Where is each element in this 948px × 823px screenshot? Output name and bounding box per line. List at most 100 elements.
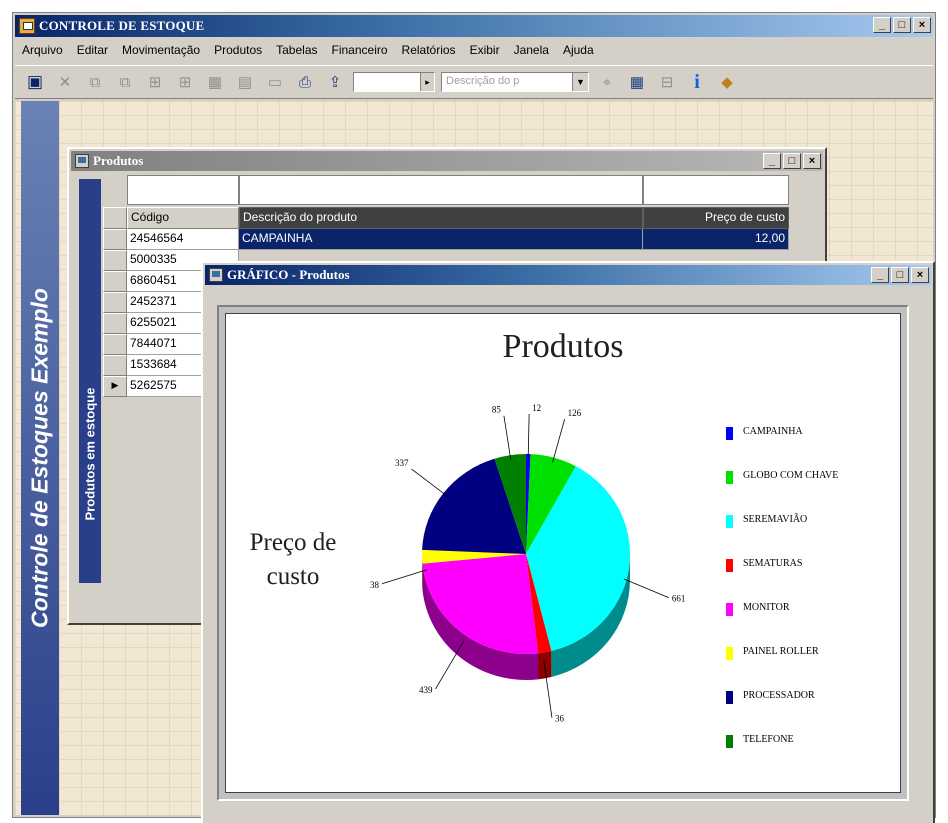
app-window-controls: _ □ ×: [873, 17, 931, 33]
filter-preco-input[interactable]: [643, 175, 789, 205]
search-field-select[interactable]: Descrição do p ▼: [441, 72, 589, 92]
chart-window-controls: _ □ ×: [871, 267, 929, 283]
maximize-button[interactable]: □: [783, 153, 801, 169]
pie-value-label: 12: [532, 404, 541, 413]
export-icon[interactable]: ⇪: [323, 70, 347, 94]
legend-swatch: [726, 427, 733, 440]
column-header-codigo[interactable]: Código: [127, 207, 239, 229]
find-icon[interactable]: ⌖: [595, 70, 619, 94]
chart-ylabel: Preço de custo: [249, 529, 337, 590]
calculator-icon[interactable]: ⊟: [655, 70, 679, 94]
legend-swatch: [726, 735, 733, 748]
pie-leader-line: [623, 578, 669, 599]
side-banner: Controle de Estoques Exemplo: [21, 101, 59, 815]
menu-editar[interactable]: Editar: [70, 43, 115, 57]
minimize-button[interactable]: _: [873, 17, 891, 33]
next-record-icon[interactable]: ⊞: [143, 70, 167, 94]
legend-label: SEREMAVIÃO: [743, 514, 808, 525]
document-icon[interactable]: ▭: [263, 70, 287, 94]
chart-titlebar[interactable]: GRÁFICO - Produtos _ □ ×: [205, 265, 931, 285]
app-titlebar[interactable]: CONTROLE DE ESTOQUE _ □ ×: [15, 15, 933, 37]
menu-produtos[interactable]: Produtos: [207, 43, 269, 57]
application-window: CONTROLE DE ESTOQUE _ □ × Arquivo Editar…: [12, 12, 936, 823]
legend-item: PROCESSADOR: [726, 690, 896, 734]
chart-frame: Produtos Preço de custo 12 126 661 36 439 38 3…: [217, 305, 909, 801]
legend-label: PROCESSADOR: [743, 690, 815, 701]
cell-descricao: CAMPAINHA: [239, 229, 643, 250]
legend-label: SEMATURAS: [743, 558, 803, 569]
pie-value-label: 661: [672, 594, 686, 604]
chart-legend: CAMPAINHA GLOBO COM CHAVE SEREMAVIÃO SEMATU…: [726, 426, 896, 778]
filter-descricao-input[interactable]: [239, 175, 643, 205]
last-record-icon[interactable]: ⊞: [173, 70, 197, 94]
previous-record-icon[interactable]: ⧉: [113, 70, 137, 94]
menu-bar: Arquivo Editar Movimentação Produtos Tab…: [15, 39, 933, 61]
table-icon[interactable]: ▤: [233, 70, 257, 94]
menu-financeiro[interactable]: Financeiro: [325, 43, 395, 57]
app-icon: [19, 18, 35, 34]
search-field-value: Descrição do p: [446, 75, 520, 87]
window-icon: [75, 154, 89, 168]
pie-value-label: 36: [555, 714, 565, 724]
close-button[interactable]: ×: [911, 267, 929, 283]
table-row[interactable]: 24546564 CAMPAINHA 12,00: [103, 229, 795, 250]
column-header-descricao[interactable]: Descrição do produto: [239, 207, 643, 229]
exit-icon[interactable]: ◆: [715, 70, 739, 94]
column-header-preco[interactable]: Preço de custo: [643, 207, 789, 229]
filter-spacer: [103, 175, 127, 205]
print-icon[interactable]: ⎙: [293, 70, 317, 94]
legend-swatch: [726, 471, 733, 484]
first-record-icon[interactable]: ⧉: [83, 70, 107, 94]
filter-row: [103, 175, 795, 205]
menu-exibir[interactable]: Exibir: [463, 43, 507, 57]
pie-leader-line: [503, 415, 512, 461]
pie-leader-line: [381, 569, 428, 585]
legend-item: SEREMAVIÃO: [726, 514, 896, 558]
pie-slice-monitor[interactable]: [422, 554, 539, 654]
legend-label: PAINEL ROLLER: [743, 646, 819, 657]
side-banner-text: Controle de Estoques Exemplo: [26, 288, 53, 628]
cell-codigo: 24546564: [127, 229, 239, 250]
menu-movimentacao[interactable]: Movimentação: [115, 43, 207, 57]
close-button[interactable]: ×: [803, 153, 821, 169]
menu-janela[interactable]: Janela: [507, 43, 556, 57]
toolbar: ▣ ✕ ⧉ ⧉ ⊞ ⊞ ▦ ▤ ▭ ⎙ ⇪ ▸ Descrição do p ▼ …: [15, 65, 933, 99]
pie-value-label: 85: [492, 405, 502, 415]
vertical-tab-label: Produtos em estoque: [82, 387, 98, 521]
info-icon[interactable]: i: [685, 70, 709, 94]
spin-arrow-icon[interactable]: ▸: [420, 73, 434, 91]
produtos-vertical-tab[interactable]: Produtos em estoque: [79, 179, 101, 583]
pie-leader-line: [411, 468, 448, 497]
filter-codigo-input[interactable]: [127, 175, 239, 205]
calendar-icon[interactable]: ▦: [625, 70, 649, 94]
menu-arquivo[interactable]: Arquivo: [15, 43, 70, 57]
menu-relatorios[interactable]: Relatórios: [395, 43, 463, 57]
chevron-down-icon[interactable]: ▼: [572, 73, 588, 91]
header-indicator: [103, 207, 127, 229]
minimize-button[interactable]: _: [763, 153, 781, 169]
menu-ajuda[interactable]: Ajuda: [556, 43, 601, 57]
cancel-icon[interactable]: ✕: [53, 70, 77, 94]
record-number-input[interactable]: ▸: [353, 72, 435, 92]
legend-label: GLOBO COM CHAVE: [743, 470, 839, 481]
produtos-titlebar[interactable]: Produtos _ □ ×: [71, 151, 823, 171]
maximize-button[interactable]: □: [891, 267, 909, 283]
menu-tabelas[interactable]: Tabelas: [269, 43, 324, 57]
save-icon[interactable]: ▣: [23, 70, 47, 94]
row-indicator: [103, 292, 127, 313]
mdi-workspace: Controle de Estoques Exemplo Produtos _ …: [15, 101, 935, 823]
legend-item: GLOBO COM CHAVE: [726, 470, 896, 514]
produtos-window-controls: _ □ ×: [763, 153, 821, 169]
maximize-button[interactable]: □: [893, 17, 911, 33]
row-indicator: [103, 313, 127, 334]
chart-panel: Produtos Preço de custo 12 126 661 36 439 38 3…: [225, 313, 901, 793]
close-button[interactable]: ×: [913, 17, 931, 33]
chart-title: Produtos: [502, 328, 624, 365]
grid-icon[interactable]: ▦: [203, 70, 227, 94]
legend-label: CAMPAINHA: [743, 426, 803, 437]
window-icon: [209, 268, 223, 282]
chart-window: GRÁFICO - Produtos _ □ × Produtos Preço …: [201, 261, 935, 823]
pie-value-label: 439: [419, 685, 433, 695]
pie-leader-line: [527, 414, 530, 460]
minimize-button[interactable]: _: [871, 267, 889, 283]
